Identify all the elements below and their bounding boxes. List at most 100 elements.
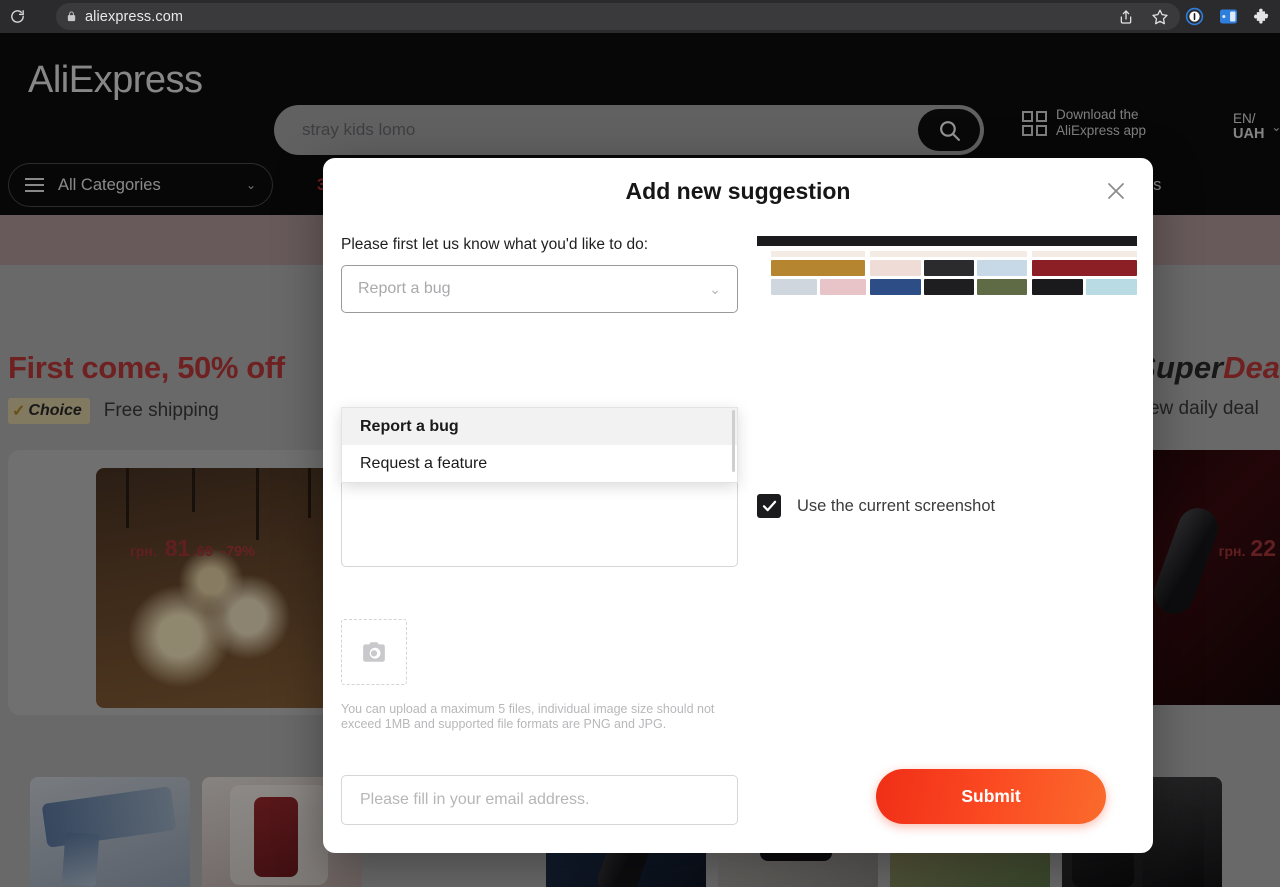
reload-icon[interactable] xyxy=(0,0,34,33)
preview-cell xyxy=(819,279,866,295)
close-icon[interactable] xyxy=(1099,174,1133,208)
extension-sidebar-icon[interactable] xyxy=(1218,7,1238,27)
preview-cell xyxy=(976,260,1027,276)
preview-column xyxy=(870,251,1027,295)
email-input[interactable] xyxy=(358,790,721,810)
locale-currency: UAH xyxy=(1233,126,1265,142)
dropdown-option-request-a-feature[interactable]: Request a feature xyxy=(342,445,737,482)
superdeals-title: SuperDea xyxy=(1135,350,1280,386)
use-screenshot-checkbox[interactable] xyxy=(757,494,781,518)
all-categories-button[interactable]: All Categories ⌄ xyxy=(8,163,273,207)
superdeals-red: Dea xyxy=(1223,350,1280,385)
deal-banner-left: First come, 50% off ✓ Choice Free shippi… xyxy=(8,350,285,424)
logo-text: AliExpress xyxy=(28,59,203,101)
preview-row xyxy=(870,260,1027,276)
product-image xyxy=(1148,502,1224,620)
preview-cell xyxy=(923,260,974,276)
extensions-puzzle-icon[interactable] xyxy=(1252,7,1272,27)
browser-actions xyxy=(1116,0,1272,33)
preview-column xyxy=(1031,251,1137,295)
search-bar[interactable] xyxy=(274,105,984,155)
product-image xyxy=(230,785,328,885)
download-line-2: AliExpress app xyxy=(1056,123,1147,138)
qr-code-icon xyxy=(1022,110,1047,136)
download-app-text: Download the AliExpress app xyxy=(1056,107,1146,139)
modal-title: Add new suggestion xyxy=(625,178,851,204)
currency-label: грн. xyxy=(130,543,157,559)
product-image xyxy=(96,468,341,708)
chevron-down-icon: ⌄ xyxy=(1271,119,1280,134)
product-price-left: грн. 81 .69 -79% xyxy=(130,535,255,562)
deal-subtitle-row: ✓ Choice Free shipping xyxy=(8,398,285,424)
browser-toolbar: aliexpress.com xyxy=(0,0,1280,33)
free-shipping-label: Free shipping xyxy=(103,400,219,421)
password-manager-icon[interactable] xyxy=(1184,7,1204,27)
submit-button[interactable]: Submit xyxy=(876,769,1106,824)
preview-top-bar xyxy=(757,236,1137,246)
preview-cell xyxy=(771,260,866,276)
select-value: Report a bug xyxy=(358,280,451,297)
address-bar[interactable]: aliexpress.com xyxy=(56,3,1180,30)
chevron-down-icon: ⌄ xyxy=(709,280,721,297)
price-decimal: .69 xyxy=(192,543,214,560)
bookmark-star-icon[interactable] xyxy=(1150,7,1170,27)
product-price-right: грн. 22 xyxy=(1219,535,1276,562)
download-line-1: Download the xyxy=(1056,107,1139,122)
site-header: AliExpress desk ornament | shark slipper… xyxy=(0,33,1280,173)
preview-cell xyxy=(1085,279,1137,295)
share-icon[interactable] xyxy=(1116,7,1136,27)
preview-row xyxy=(1031,260,1137,276)
choice-badge-label: Choice xyxy=(28,402,82,419)
deal-banner-right: SuperDea New daily deal xyxy=(1135,350,1280,420)
preview-tiles xyxy=(757,246,1137,295)
hamburger-icon xyxy=(25,178,44,192)
use-screenshot-label: Use the current screenshot xyxy=(797,496,996,515)
preview-cell xyxy=(976,279,1027,295)
all-categories-label: All Categories xyxy=(58,175,161,194)
download-app-link[interactable]: Download the AliExpress app xyxy=(1022,107,1146,139)
preview-row xyxy=(870,279,1027,295)
add-suggestion-modal: Add new suggestion Please first let us k… xyxy=(323,158,1153,853)
check-icon: ✓ xyxy=(12,403,26,420)
preview-heading xyxy=(771,251,866,257)
preview-column xyxy=(771,251,866,295)
use-screenshot-checkbox-row[interactable]: Use the current screenshot xyxy=(757,494,995,518)
url-text: aliexpress.com xyxy=(85,8,184,25)
search-input[interactable] xyxy=(274,119,918,141)
preview-heading xyxy=(1031,251,1137,257)
email-field[interactable] xyxy=(341,775,738,825)
file-upload-button[interactable] xyxy=(341,619,407,685)
preview-cell xyxy=(923,279,974,295)
modal-left-column: Please first let us know what you'd like… xyxy=(341,236,741,313)
aliexpress-logo[interactable]: AliExpress xyxy=(28,59,203,102)
suggestion-type-select[interactable]: Report a bug ⌄ xyxy=(341,265,738,313)
preview-cell xyxy=(771,279,817,295)
discount-badge: -79% xyxy=(221,544,256,560)
dropdown-scrollbar[interactable] xyxy=(732,410,735,472)
camera-icon xyxy=(363,642,385,662)
product-image xyxy=(41,786,177,848)
preview-cell xyxy=(1031,260,1137,276)
deal-title: First come, 50% off xyxy=(8,350,285,385)
preview-cell xyxy=(870,279,921,295)
preview-row xyxy=(1031,279,1137,295)
lock-icon xyxy=(66,10,77,23)
superdeals-subtitle: New daily deal xyxy=(1135,398,1259,419)
preview-cell xyxy=(870,260,921,276)
locale-language: EN/ xyxy=(1233,111,1256,126)
dropdown-option-report-a-bug[interactable]: Report a bug xyxy=(342,408,737,445)
screenshot-preview xyxy=(757,236,1137,296)
price-integer: 81 xyxy=(164,535,191,561)
search-button[interactable] xyxy=(918,109,980,151)
locale-text: EN/ UAH xyxy=(1233,111,1264,142)
suggestion-type-dropdown[interactable]: Report a bug Request a feature xyxy=(341,407,738,483)
locale-selector[interactable]: EN/ UAH ⌄ xyxy=(1200,111,1280,142)
choice-badge: ✓ Choice xyxy=(8,398,90,424)
product-thumbnail[interactable] xyxy=(30,777,190,887)
ukraine-flag-icon xyxy=(1200,118,1226,136)
preview-row xyxy=(771,260,866,276)
chevron-down-icon: ⌄ xyxy=(245,178,256,192)
preview-row xyxy=(771,279,866,295)
preview-cell xyxy=(1031,279,1083,295)
preview-heading xyxy=(870,251,1027,257)
